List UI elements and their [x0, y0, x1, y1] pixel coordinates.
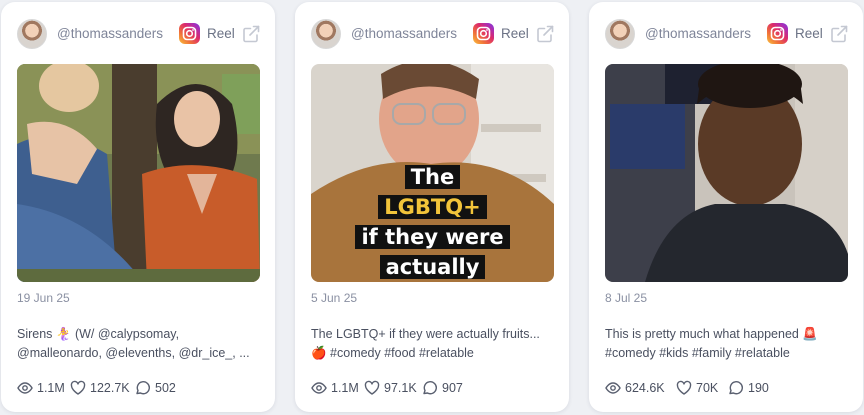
post-thumbnail[interactable]: The LGBTQ+ if they were actually [311, 64, 554, 282]
account-handle[interactable]: @thomassanders [351, 26, 457, 41]
card-header: @thomassanders Reel [605, 18, 849, 50]
post-caption: Sirens 🧜‍♀️ (W/ @calypsomay, @malleonard… [17, 325, 261, 363]
account-handle[interactable]: @thomassanders [645, 26, 751, 41]
post-date: 5 Jun 25 [311, 291, 358, 305]
post-caption: The LGBTQ+ if they were actually fruits.… [311, 325, 555, 363]
post-type-label: Reel [795, 26, 823, 41]
likes-count: 70K [696, 381, 719, 395]
video-caption-overlay: The LGBTQ+ if they were actually [311, 162, 554, 282]
overlay-line: actually [379, 255, 486, 279]
likes-count: 122.7K [90, 381, 130, 395]
instagram-icon [767, 23, 788, 44]
caption-line: @malleonardo, @elevenths, @dr_ice_, ... [17, 346, 250, 360]
overlay-line: if they were [355, 225, 510, 249]
views-count: 1.1M [331, 381, 359, 395]
external-link-icon[interactable] [535, 24, 555, 44]
overlay-line: The [404, 165, 461, 189]
heart-icon [70, 380, 86, 395]
avatar[interactable] [17, 19, 47, 49]
post-card[interactable]: @thomassanders Reel 19 Jun 25 [1, 2, 275, 412]
comments-count: 907 [442, 381, 463, 395]
comment-icon [423, 381, 437, 395]
caption-line: The LGBTQ+ if they were actually fruits.… [311, 327, 540, 341]
instagram-icon [179, 23, 200, 44]
post-type-label: Reel [501, 26, 529, 41]
overlay-line-rainbow: LGBTQ+ [378, 195, 487, 219]
views-count: 624.6K [625, 381, 665, 395]
comment-icon [729, 381, 743, 395]
post-card[interactable]: @thomassanders Reel The LGBTQ+ if they w… [295, 2, 569, 412]
caption-line: This is pretty much what happened 🚨 [605, 327, 818, 341]
caption-line: Sirens 🧜‍♀️ (W/ @calypsomay, [17, 327, 180, 341]
likes-count: 97.1K [384, 381, 417, 395]
caption-line: 🍎 #comedy #food #relatable [311, 346, 474, 360]
comments-count: 502 [155, 381, 176, 395]
avatar[interactable] [605, 19, 635, 49]
views-count: 1.1M [37, 381, 65, 395]
post-thumbnail[interactable] [17, 64, 260, 282]
heart-icon [364, 380, 380, 395]
eye-icon [605, 382, 621, 394]
post-date: 8 Jul 25 [605, 291, 648, 305]
post-type-label: Reel [207, 26, 235, 41]
eye-icon [17, 382, 33, 394]
card-header: @thomassanders Reel [311, 18, 555, 50]
comments-count: 190 [748, 381, 769, 395]
card-header: @thomassanders Reel [17, 18, 261, 50]
post-card[interactable]: @thomassanders Reel 8 Jul 25 This is pre… [589, 2, 863, 412]
heart-icon [676, 380, 692, 395]
instagram-icon [473, 23, 494, 44]
external-link-icon[interactable] [829, 24, 849, 44]
post-date: 19 Jun 25 [17, 291, 70, 305]
post-thumbnail[interactable] [605, 64, 848, 282]
avatar[interactable] [311, 19, 341, 49]
eye-icon [311, 382, 327, 394]
external-link-icon[interactable] [241, 24, 261, 44]
comment-icon [136, 381, 150, 395]
caption-line: #comedy #kids #family #relatable [605, 346, 790, 360]
account-handle[interactable]: @thomassanders [57, 26, 163, 41]
post-caption: This is pretty much what happened 🚨 #com… [605, 325, 849, 363]
